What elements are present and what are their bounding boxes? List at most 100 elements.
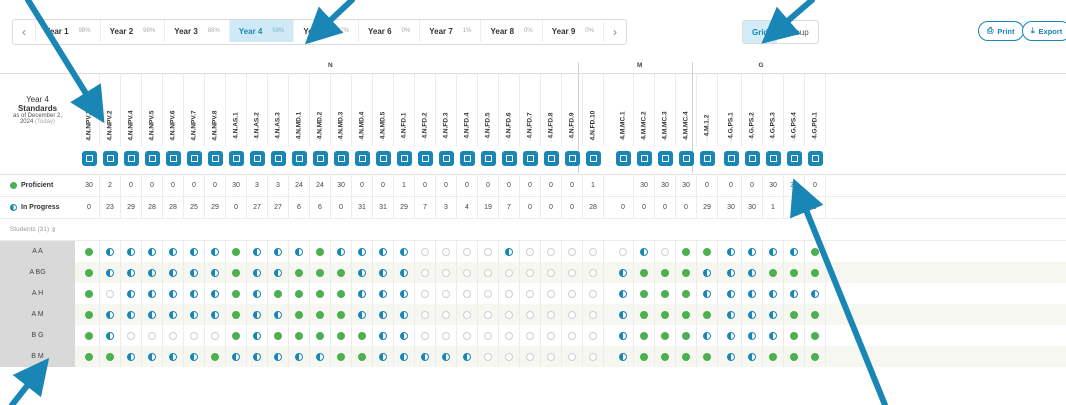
column-menu-icon[interactable]: ⋮ bbox=[352, 135, 372, 142]
student-standard-cell[interactable] bbox=[562, 346, 583, 367]
standard-column-header[interactable]: 4.M.1.2 ⋮ bbox=[697, 74, 718, 146]
student-standard-cell[interactable] bbox=[763, 241, 784, 262]
student-standard-cell[interactable] bbox=[697, 304, 718, 325]
student-standard-cell[interactable] bbox=[247, 346, 268, 367]
year-tab[interactable]: Year 1 98% bbox=[35, 20, 100, 42]
standard-column-header[interactable]: 4.M.MC.3 ⋮ bbox=[655, 74, 676, 146]
student-standard-cell[interactable] bbox=[373, 262, 394, 283]
student-standard-cell[interactable] bbox=[805, 283, 826, 304]
column-menu-icon[interactable]: ⋮ bbox=[583, 135, 603, 142]
student-name[interactable]: B M bbox=[0, 346, 75, 367]
student-standard-cell[interactable] bbox=[226, 325, 247, 346]
student-standard-cell[interactable] bbox=[373, 346, 394, 367]
standard-column-header[interactable]: 4.N.FD.6 ⋮ bbox=[499, 74, 520, 146]
grid-view-button[interactable]: Grid bbox=[743, 21, 778, 43]
student-standard-cell[interactable] bbox=[247, 262, 268, 283]
student-standard-cell[interactable] bbox=[763, 283, 784, 304]
student-standard-cell[interactable] bbox=[676, 325, 697, 346]
column-menu-icon[interactable]: ⋮ bbox=[478, 135, 498, 142]
student-standard-cell[interactable] bbox=[373, 241, 394, 262]
student-standard-cell[interactable] bbox=[742, 346, 763, 367]
student-standard-cell[interactable] bbox=[100, 325, 121, 346]
student-standard-cell[interactable] bbox=[331, 283, 352, 304]
column-menu-icon[interactable]: ⋮ bbox=[289, 135, 309, 142]
student-standard-cell[interactable] bbox=[184, 262, 205, 283]
student-standard-cell[interactable] bbox=[583, 346, 604, 367]
student-standard-cell[interactable] bbox=[676, 241, 697, 262]
year-tab[interactable]: Year 8 0% bbox=[480, 20, 541, 42]
standard-column-header[interactable]: 4.N.NPV.1 ⋮ bbox=[79, 74, 100, 146]
year-tab[interactable]: Year 7 1% bbox=[419, 20, 480, 42]
student-standard-cell[interactable] bbox=[268, 346, 289, 367]
student-standard-cell[interactable] bbox=[721, 241, 742, 262]
student-standard-cell[interactable] bbox=[79, 283, 100, 304]
student-standard-cell[interactable] bbox=[697, 262, 718, 283]
student-standard-cell[interactable] bbox=[805, 325, 826, 346]
standard-column-header[interactable]: 4.N.NPV.4 ⋮ bbox=[121, 74, 142, 146]
student-standard-cell[interactable] bbox=[289, 262, 310, 283]
student-standard-cell[interactable] bbox=[142, 325, 163, 346]
student-standard-cell[interactable] bbox=[457, 283, 478, 304]
student-standard-cell[interactable] bbox=[163, 241, 184, 262]
student-standard-cell[interactable] bbox=[457, 262, 478, 283]
student-standard-cell[interactable] bbox=[331, 325, 352, 346]
standard-column-header[interactable]: 4.N.NPV.5 ⋮ bbox=[142, 74, 163, 146]
student-standard-cell[interactable] bbox=[310, 262, 331, 283]
student-name[interactable]: A M bbox=[0, 304, 75, 325]
standard-column-header[interactable]: 4.N.AS.3 ⋮ bbox=[268, 74, 289, 146]
student-standard-cell[interactable] bbox=[142, 304, 163, 325]
standard-column-header[interactable]: 4.N.MD.4 ⋮ bbox=[352, 74, 373, 146]
student-standard-cell[interactable] bbox=[121, 325, 142, 346]
student-standard-cell[interactable] bbox=[184, 325, 205, 346]
column-menu-icon[interactable]: ⋮ bbox=[121, 135, 141, 142]
student-standard-cell[interactable] bbox=[226, 304, 247, 325]
standard-detail-icon[interactable] bbox=[439, 151, 454, 166]
student-standard-cell[interactable] bbox=[478, 283, 499, 304]
standard-detail-icon[interactable] bbox=[586, 151, 601, 166]
student-standard-cell[interactable] bbox=[331, 241, 352, 262]
student-standard-cell[interactable] bbox=[247, 304, 268, 325]
student-standard-cell[interactable] bbox=[613, 346, 634, 367]
student-standard-cell[interactable] bbox=[184, 304, 205, 325]
student-standard-cell[interactable] bbox=[184, 241, 205, 262]
standard-detail-icon[interactable] bbox=[808, 151, 823, 166]
student-standard-cell[interactable] bbox=[541, 325, 562, 346]
column-menu-icon[interactable]: ⋮ bbox=[763, 135, 783, 142]
year-tab[interactable]: Year 6 0% bbox=[357, 20, 419, 42]
student-standard-cell[interactable] bbox=[697, 241, 718, 262]
student-standard-cell[interactable] bbox=[100, 262, 121, 283]
student-standard-cell[interactable] bbox=[520, 283, 541, 304]
column-menu-icon[interactable]: ⋮ bbox=[721, 135, 741, 142]
column-menu-icon[interactable]: ⋮ bbox=[742, 135, 762, 142]
standard-column-header[interactable]: 4.N.NPV.2 ⋮ bbox=[100, 74, 121, 146]
student-standard-cell[interactable] bbox=[742, 283, 763, 304]
column-menu-icon[interactable]: ⋮ bbox=[499, 135, 519, 142]
student-standard-cell[interactable] bbox=[184, 283, 205, 304]
column-menu-icon[interactable]: ⋮ bbox=[436, 135, 456, 142]
standard-column-header[interactable]: 4.M.MC.2 ⋮ bbox=[634, 74, 655, 146]
standard-detail-icon[interactable] bbox=[145, 151, 160, 166]
student-standard-cell[interactable] bbox=[415, 283, 436, 304]
export-button[interactable]: ⤓ Export bbox=[1022, 21, 1066, 41]
student-standard-cell[interactable] bbox=[784, 241, 805, 262]
student-standard-cell[interactable] bbox=[415, 304, 436, 325]
student-standard-cell[interactable] bbox=[142, 346, 163, 367]
student-standard-cell[interactable] bbox=[583, 304, 604, 325]
student-standard-cell[interactable] bbox=[784, 262, 805, 283]
standard-column-header[interactable]: 4.N.MD.1 ⋮ bbox=[289, 74, 310, 146]
standard-detail-icon[interactable] bbox=[82, 151, 97, 166]
student-standard-cell[interactable] bbox=[655, 325, 676, 346]
student-standard-cell[interactable] bbox=[763, 304, 784, 325]
student-standard-cell[interactable] bbox=[205, 304, 226, 325]
student-standard-cell[interactable] bbox=[583, 325, 604, 346]
student-standard-cell[interactable] bbox=[100, 346, 121, 367]
standard-detail-icon[interactable] bbox=[745, 151, 760, 166]
student-standard-cell[interactable] bbox=[121, 304, 142, 325]
student-standard-cell[interactable] bbox=[583, 283, 604, 304]
student-standard-cell[interactable] bbox=[310, 346, 331, 367]
student-standard-cell[interactable] bbox=[499, 262, 520, 283]
year-tab[interactable]: Year 3 86% bbox=[164, 20, 229, 42]
student-standard-cell[interactable] bbox=[247, 241, 268, 262]
student-standard-cell[interactable] bbox=[268, 262, 289, 283]
standard-column-header[interactable]: 4.G.PS.1 ⋮ bbox=[721, 74, 742, 146]
